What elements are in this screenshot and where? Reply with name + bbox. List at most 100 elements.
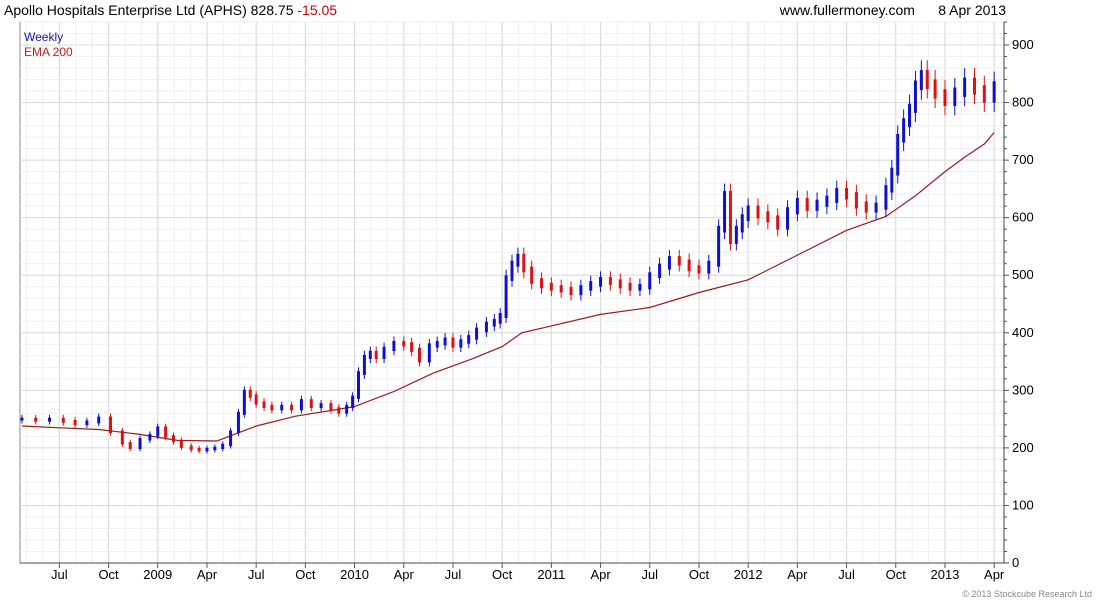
x-tick-label: Oct	[98, 567, 119, 582]
x-tick-label: Jul	[641, 567, 658, 582]
price-bar	[522, 253, 526, 273]
x-tick-label: Jul	[51, 567, 68, 582]
price-bar	[205, 447, 209, 452]
x-tick-label: Jul	[445, 567, 462, 582]
price-bar	[262, 401, 266, 409]
price-bar	[530, 266, 534, 284]
price-bar	[734, 225, 738, 244]
price-bar	[109, 416, 113, 434]
price-bar	[516, 253, 520, 267]
price-bar	[85, 420, 89, 426]
x-tick-label: Jul	[248, 567, 265, 582]
legend-weekly: Weekly	[24, 30, 64, 44]
x-tick-label: 2011	[537, 567, 565, 582]
price-bar	[925, 70, 929, 89]
price-bar	[628, 282, 632, 291]
price-bar	[728, 190, 732, 244]
price-bar	[825, 195, 829, 207]
price-bar	[618, 279, 622, 289]
y-tick-label: 0	[1012, 555, 1019, 570]
price-bar	[884, 185, 888, 210]
price-bar	[498, 313, 502, 324]
x-tick-label: Apr	[394, 567, 415, 582]
x-tick-label: Oct	[886, 567, 907, 582]
price-bar	[933, 79, 937, 99]
price-bar	[687, 259, 691, 272]
price-bar	[221, 443, 225, 450]
price-bar	[902, 118, 906, 143]
price-bar	[156, 426, 160, 437]
price-bar	[128, 442, 132, 450]
y-tick-label: 800	[1012, 95, 1034, 110]
price-bar	[707, 260, 711, 274]
x-tick-label: Jul	[838, 567, 855, 582]
x-tick-label: Apr	[984, 567, 1005, 582]
price-bar	[351, 395, 355, 409]
price-bar	[559, 285, 563, 293]
x-tick-label: Apr	[787, 567, 808, 582]
price-bar	[667, 256, 671, 270]
price-bar	[658, 263, 662, 279]
price-bar	[943, 89, 947, 107]
price-bar	[766, 211, 770, 223]
price-bar	[864, 201, 868, 213]
price-bar	[776, 215, 780, 230]
price-bar	[392, 340, 396, 352]
price-bar	[815, 199, 819, 211]
y-tick-label: 300	[1012, 382, 1034, 397]
price-bar	[229, 430, 233, 447]
price-bar	[589, 281, 593, 291]
price-bar	[475, 327, 479, 340]
price-bar	[236, 411, 240, 434]
price-bar	[299, 399, 303, 411]
price-bar	[61, 417, 65, 423]
price-bar	[723, 190, 727, 233]
price-bar	[248, 389, 252, 398]
price-bar	[254, 394, 258, 405]
price-bar	[805, 197, 809, 211]
price-bar	[982, 85, 986, 103]
price-bar	[786, 207, 790, 230]
price-bar	[908, 103, 912, 128]
x-tick-label: Oct	[295, 567, 316, 582]
price-bar	[148, 433, 152, 441]
price-bar	[329, 403, 333, 411]
price-bar	[919, 70, 923, 91]
price-bar	[835, 188, 839, 203]
x-tick-label: 2009	[143, 567, 172, 582]
price-bar	[418, 347, 422, 363]
price-bar	[795, 197, 799, 215]
price-bar	[242, 389, 246, 415]
legend-ema: EMA 200	[24, 45, 73, 59]
price-bar	[540, 278, 544, 289]
price-bar	[459, 339, 463, 348]
price-bar	[319, 403, 323, 409]
price-bar	[20, 417, 24, 421]
price-bar	[484, 321, 488, 333]
price-bar	[599, 277, 603, 287]
price-bar	[510, 260, 514, 281]
price-bar	[992, 81, 996, 103]
price-bar	[435, 340, 439, 348]
y-tick-label: 600	[1012, 210, 1034, 225]
y-tick-label: 400	[1012, 325, 1034, 340]
price-bar	[189, 445, 193, 451]
x-tick-label: Apr	[197, 567, 218, 582]
price-bar	[120, 430, 124, 445]
price-bar	[213, 446, 217, 451]
price-bar	[172, 435, 176, 443]
price-bar	[963, 77, 967, 97]
price-bar	[362, 354, 366, 375]
price-bar	[467, 335, 471, 344]
price-bar	[608, 277, 612, 285]
price-bar	[309, 399, 313, 409]
price-bar	[374, 350, 378, 360]
price-bar	[48, 417, 52, 422]
copyright-text: © 2013 Stockcube Research Ltd	[962, 589, 1092, 599]
price-bar	[549, 282, 553, 291]
price-bar	[492, 318, 496, 327]
price-bar	[697, 265, 701, 274]
price-bar	[97, 416, 101, 424]
price-bar	[73, 420, 77, 426]
price-bar	[410, 342, 414, 353]
